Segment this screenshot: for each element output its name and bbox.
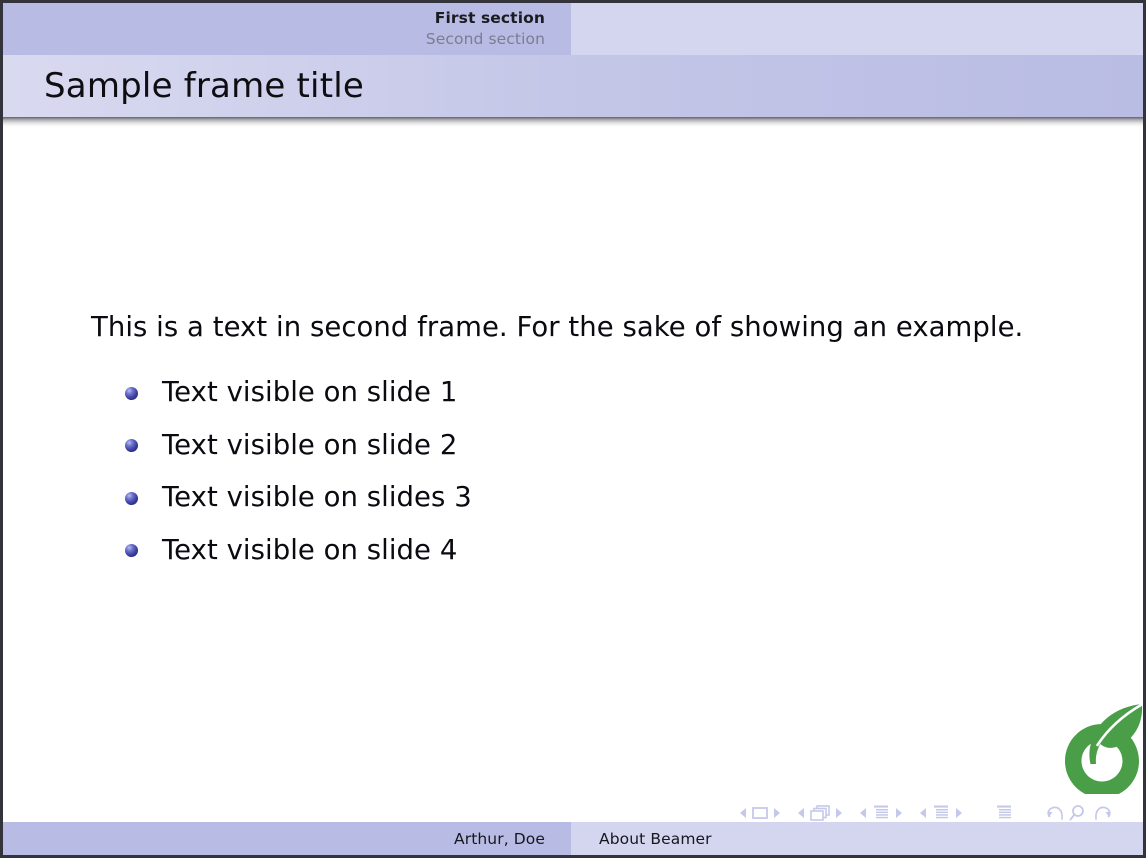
frame-next-icon[interactable] bbox=[833, 805, 844, 821]
frame-title-bar: Sample frame title bbox=[3, 55, 1143, 117]
headline-navigation-bar: First section Second section bbox=[3, 3, 1143, 55]
subsection-icon[interactable] bbox=[869, 804, 893, 822]
go-forward-icon[interactable] bbox=[1090, 803, 1114, 823]
footline-title-panel: About Beamer bbox=[571, 822, 1143, 855]
section-previous-icon[interactable] bbox=[918, 805, 929, 821]
lead-paragraph: This is a text in second frame. For the … bbox=[91, 311, 1023, 343]
footline-title: About Beamer bbox=[599, 830, 712, 848]
nav-group-section[interactable] bbox=[918, 804, 964, 822]
headline-left-panel: First section Second section bbox=[3, 3, 571, 55]
frame-title-shadow bbox=[3, 117, 1143, 128]
list-item-label: Text visible on slide 1 bbox=[162, 376, 457, 408]
slide-next-icon[interactable] bbox=[771, 805, 782, 821]
overleaf-logo bbox=[1060, 700, 1146, 794]
footline-author-panel: Arthur, Doe bbox=[3, 822, 571, 855]
list-item: Text visible on slides 3 bbox=[125, 471, 472, 524]
list-item-label: Text visible on slide 4 bbox=[162, 534, 457, 566]
footline-bar: Arthur, Doe About Beamer bbox=[3, 822, 1143, 855]
go-back-icon[interactable] bbox=[1044, 803, 1068, 823]
nav-group-presentation[interactable] bbox=[992, 804, 1016, 822]
list-item-label: Text visible on slides 3 bbox=[162, 481, 472, 513]
section-next-icon[interactable] bbox=[953, 805, 964, 821]
search-icon[interactable] bbox=[1068, 803, 1090, 823]
bullet-ball-icon bbox=[125, 492, 138, 505]
beamer-slide: First section Second section Sample fram… bbox=[0, 0, 1146, 858]
subsection-next-icon[interactable] bbox=[893, 805, 904, 821]
bullet-ball-icon bbox=[125, 439, 138, 452]
nav-group-slide[interactable] bbox=[738, 805, 782, 821]
headline-right-panel bbox=[571, 3, 1143, 55]
bullet-ball-icon bbox=[125, 387, 138, 400]
list-item: Text visible on slide 4 bbox=[125, 524, 472, 577]
nav-section-first[interactable]: First section bbox=[435, 8, 545, 29]
frame-title: Sample frame title bbox=[3, 66, 364, 106]
slide-icon[interactable] bbox=[749, 805, 771, 821]
bullet-ball-icon bbox=[125, 544, 138, 557]
bullet-list: Text visible on slide 1 Text visible on … bbox=[125, 366, 472, 576]
nav-group-frame[interactable] bbox=[796, 804, 844, 822]
subsection-previous-icon[interactable] bbox=[858, 805, 869, 821]
list-item: Text visible on slide 1 bbox=[125, 366, 472, 419]
section-icon[interactable] bbox=[929, 804, 953, 822]
nav-section-second[interactable]: Second section bbox=[426, 29, 545, 50]
frame-previous-icon[interactable] bbox=[796, 805, 807, 821]
list-item-label: Text visible on slide 2 bbox=[162, 429, 457, 461]
frame-icon[interactable] bbox=[807, 804, 833, 822]
list-item: Text visible on slide 2 bbox=[125, 419, 472, 472]
footline-author: Arthur, Doe bbox=[454, 830, 545, 848]
presentation-icon[interactable] bbox=[992, 804, 1016, 822]
nav-group-history[interactable] bbox=[1044, 803, 1114, 823]
slide-previous-icon[interactable] bbox=[738, 805, 749, 821]
nav-group-subsection[interactable] bbox=[858, 804, 904, 822]
